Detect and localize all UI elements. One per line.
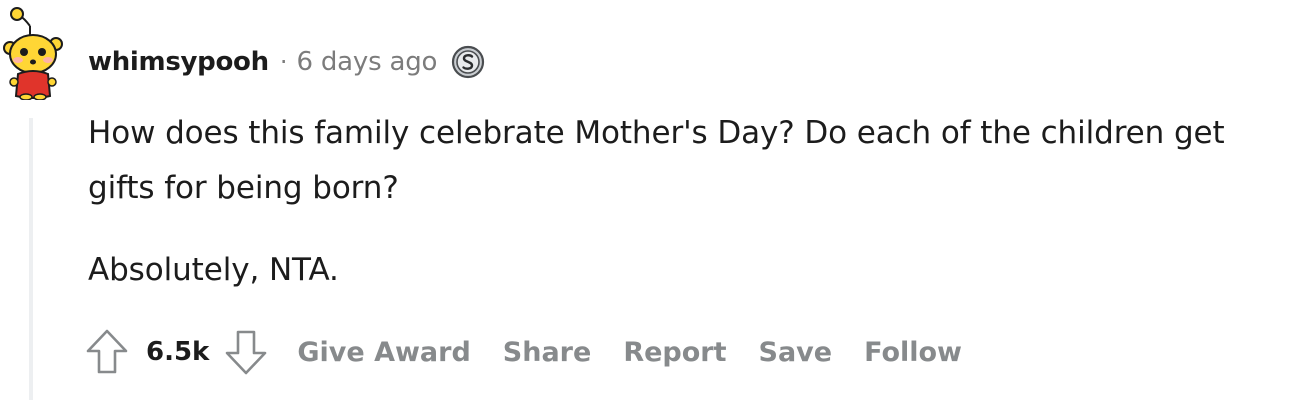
upvote-arrow-icon[interactable] [84, 327, 130, 377]
report-button[interactable]: Report [623, 337, 726, 368]
save-button[interactable]: Save [759, 337, 833, 368]
thread-line[interactable] [29, 118, 33, 400]
share-button[interactable]: Share [503, 337, 592, 368]
avatar-icon[interactable] [0, 4, 72, 100]
comment-actions: 6.5k Give Award Share Report Save Follow [84, 322, 994, 382]
silver-award-icon[interactable] [451, 45, 485, 79]
comment: whimsypooh · 6 days ago How does this fa… [0, 0, 1304, 400]
downvote-arrow-icon[interactable] [223, 327, 269, 377]
comment-meta: whimsypooh · 6 days ago [88, 44, 485, 80]
meta-separator: · [279, 48, 288, 76]
comment-paragraph-1: How does this family celebrate Mother's … [88, 115, 1225, 206]
follow-button[interactable]: Follow [864, 337, 962, 368]
comment-body: How does this family celebrate Mother's … [88, 106, 1288, 298]
give-award-button[interactable]: Give Award [297, 337, 470, 368]
comment-paragraph-2: Absolutely, NTA. [88, 252, 339, 288]
vote-score: 6.5k [146, 337, 210, 367]
author-username[interactable]: whimsypooh [88, 47, 269, 77]
timestamp[interactable]: 6 days ago [296, 47, 437, 77]
